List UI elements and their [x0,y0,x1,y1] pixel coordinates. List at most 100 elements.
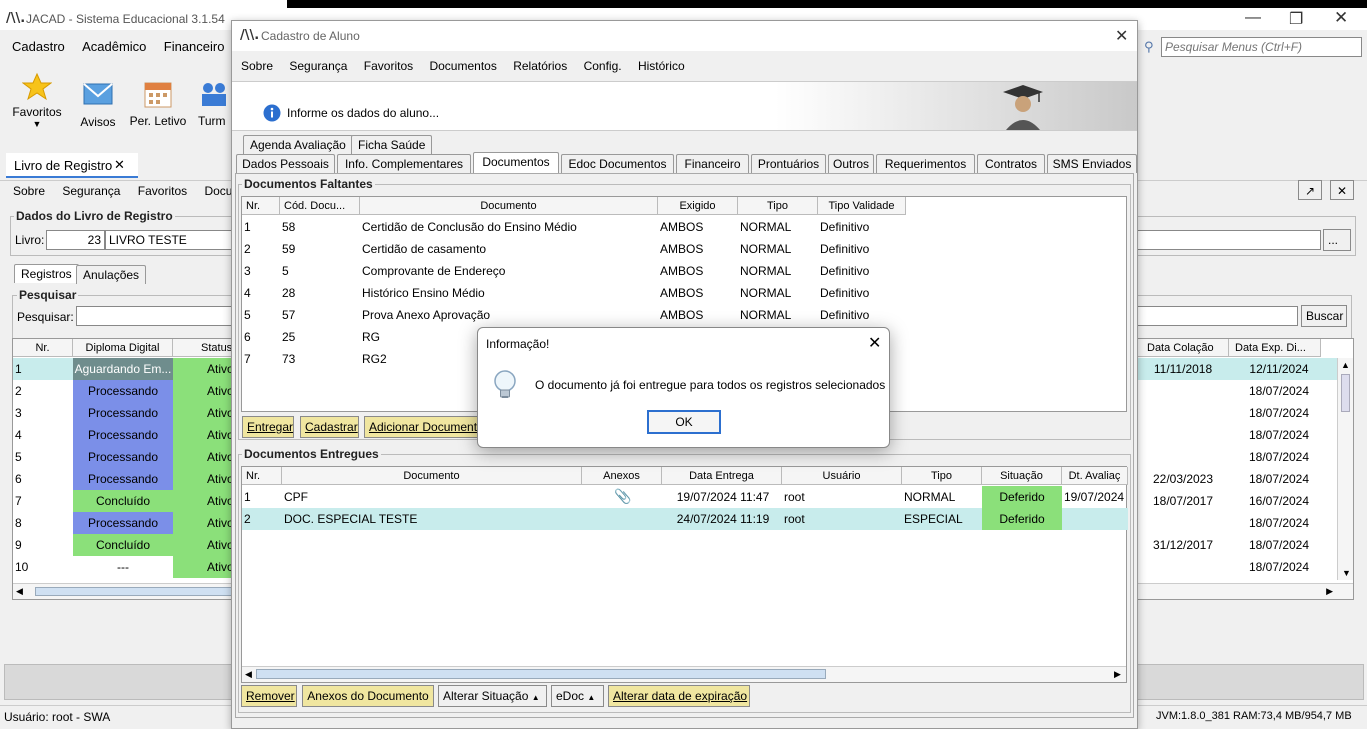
table-row[interactable]: 18/07/2024 [1137,556,1337,578]
livro-browse-button[interactable]: ... [1323,229,1351,251]
remover-button[interactable]: Remover [241,685,297,707]
table-row[interactable]: 5 Processando Ativo [13,446,235,468]
horizontal-scrollbar-left[interactable]: ◀ [13,583,233,599]
ribbon-avisos[interactable]: Avisos [76,82,120,129]
pesquisar-input[interactable] [76,306,234,326]
ribbon-turma[interactable]: Turm [198,79,232,128]
table-row[interactable]: 11/11/2018 12/11/2024 [1137,358,1337,380]
table-row[interactable]: 9 Concluído Ativo [13,534,235,556]
scroll-right-icon[interactable]: ▶ [1326,586,1333,597]
adicionar-documento-button[interactable]: Adicionar Document [364,416,482,438]
submenu-favoritos[interactable]: Favoritos [138,184,187,198]
chevron-down-icon[interactable]: ▼ [8,119,66,129]
tab-dados-pessoais[interactable]: Dados Pessoais [236,154,335,173]
paperclip-icon[interactable]: 📎 [614,489,631,505]
aluno-menu-documentos[interactable]: Documentos [429,59,496,73]
alterar-data-expiracao-button[interactable]: Alterar data de expiração [608,685,750,707]
scroll-left-icon[interactable]: ◀ [16,586,23,597]
col-data-exp[interactable]: Data Exp. Di... [1229,339,1321,357]
falt-col-2[interactable]: Documento [360,197,658,215]
table-row[interactable]: 7 Concluído Ativo [13,490,235,512]
table-row[interactable]: 2 59 Certidão de casamento AMBOS NORMAL Defin… [242,238,906,260]
close-tab-icon[interactable]: ✕ [114,157,125,173]
table-row[interactable]: 18/07/2024 [1137,512,1337,534]
table-row[interactable]: 31/12/2017 18/07/2024 [1137,534,1337,556]
anexo-cell[interactable]: 📎 [584,486,662,508]
minimize-icon[interactable]: — [1245,9,1261,27]
vertical-scrollbar[interactable]: ▲ ▼ [1337,358,1353,580]
falt-col-1[interactable]: Cód. Docu... [280,197,360,215]
tab-anulacoes[interactable]: Anulações [76,265,147,284]
pesquisar-input-right[interactable] [1136,306,1298,326]
tab-edoc-documentos[interactable]: Edoc Documentos [561,154,674,173]
entr-col-4[interactable]: Usuário [782,467,902,485]
menu-search-input[interactable] [1161,37,1362,57]
table-row[interactable]: 18/07/2024 [1137,446,1337,468]
menu-cadastro[interactable]: Cadastro [12,39,65,54]
ok-button[interactable]: OK [647,410,721,434]
table-row[interactable]: 4 28 Histórico Ensino Médio AMBOS NORMAL Defi… [242,282,906,304]
falt-col-4[interactable]: Tipo [738,197,818,215]
entregues-h-scrollbar[interactable]: ◀ ▶ [242,666,1126,682]
scroll-right-icon[interactable]: ▶ [1114,669,1121,680]
entr-col-5[interactable]: Tipo [902,467,982,485]
tab-requerimentos[interactable]: Requerimentos [876,154,975,173]
aluno-menu-historico[interactable]: Histórico [638,59,685,73]
col-data-colacao[interactable]: Data Colação [1137,339,1229,357]
table-row[interactable]: 18/07/2024 [1137,380,1337,402]
entr-col-0[interactable]: Nr. [242,467,282,485]
table-row[interactable]: 18/07/2017 16/07/2024 [1137,490,1337,512]
external-link-icon[interactable]: ↗ [1298,180,1322,200]
close-icon[interactable]: ✕ [1115,26,1128,46]
menu-financeiro[interactable]: Financeiro [164,39,225,54]
tab-ficha-saude[interactable]: Ficha Saúde [351,135,433,154]
tab-info-complementares[interactable]: Info. Complementares [337,154,471,173]
table-row[interactable]: 1 CPF 📎 19/07/2024 11:47 root NORMAL Deferido 1… [242,486,1128,508]
table-row[interactable]: 18/07/2024 [1137,402,1337,424]
restore-icon[interactable]: ❐ [1289,9,1303,29]
table-row[interactable]: 22/03/2023 18/07/2024 [1137,468,1337,490]
table-row[interactable]: 4 Processando Ativo [13,424,235,446]
anexo-cell[interactable] [584,508,662,530]
entregar-button[interactable]: Entregar [242,416,294,438]
livro-extra-field[interactable] [1136,230,1321,250]
tab-livro-registro[interactable]: Livro de Registro ✕ [6,153,138,178]
tab-agenda-avaliacao[interactable]: Agenda Avaliação [243,135,353,154]
table-row[interactable]: 6 Processando Ativo [13,468,235,490]
buscar-button[interactable]: Buscar [1301,305,1347,327]
entr-col-7[interactable]: Dt. Avaliaç [1062,467,1128,485]
ribbon-favoritos[interactable]: Favoritos ▼ [8,72,66,129]
scroll-down-icon[interactable]: ▼ [1342,568,1351,578]
tab-sms-enviados[interactable]: SMS Enviados [1047,154,1137,173]
entr-col-6[interactable]: Situação [982,467,1062,485]
tab-registros[interactable]: Registros [14,264,79,283]
scroll-up-icon[interactable]: ▲ [1338,360,1353,370]
falt-col-5[interactable]: Tipo Validade [818,197,906,215]
col-nr[interactable]: Nr. [13,339,73,357]
horizontal-scrollbar-right[interactable]: ▶ [1137,583,1353,599]
falt-col-3[interactable]: Exigido [658,197,738,215]
tab-prontu-rios[interactable]: Prontuários [751,154,826,173]
entr-col-1[interactable]: Documento [282,467,582,485]
submenu-sobre[interactable]: Sobre [13,184,45,198]
entr-col-3[interactable]: Data Entrega [662,467,782,485]
table-row[interactable]: 2 DOC. ESPECIAL TESTE 24/07/2024 11:19 root… [242,508,1128,530]
table-row[interactable]: 3 5 Comprovante de Endereço AMBOS NORMAL Defi… [242,260,906,282]
table-row[interactable]: 18/07/2024 [1137,424,1337,446]
aluno-menu-config[interactable]: Config. [584,59,622,73]
col-status[interactable]: Status [173,339,235,357]
menu-academico[interactable]: Acadêmico [82,39,146,54]
table-row[interactable]: 3 Processando Ativo [13,402,235,424]
tab-outros[interactable]: Outros [828,154,874,173]
table-row[interactable]: 5 57 Prova Anexo Aprovação AMBOS NORMAL Defin… [242,304,906,326]
table-row[interactable]: 2 Processando Ativo [13,380,235,402]
entr-col-2[interactable]: Anexos [582,467,662,485]
tab-contratos[interactable]: Contratos [977,154,1045,173]
h-scroll-thumb[interactable] [256,669,826,679]
h-scroll-thumb[interactable] [35,587,233,596]
cadastrar-button[interactable]: Cadastrar [300,416,359,438]
close-icon[interactable]: ✕ [1334,8,1348,28]
table-row[interactable]: 1 58 Certidão de Conclusão do Ensino Médio… [242,216,906,238]
table-row[interactable]: 10 --- Ativo [13,556,235,578]
close-panel-icon[interactable]: ✕ [1330,180,1354,200]
